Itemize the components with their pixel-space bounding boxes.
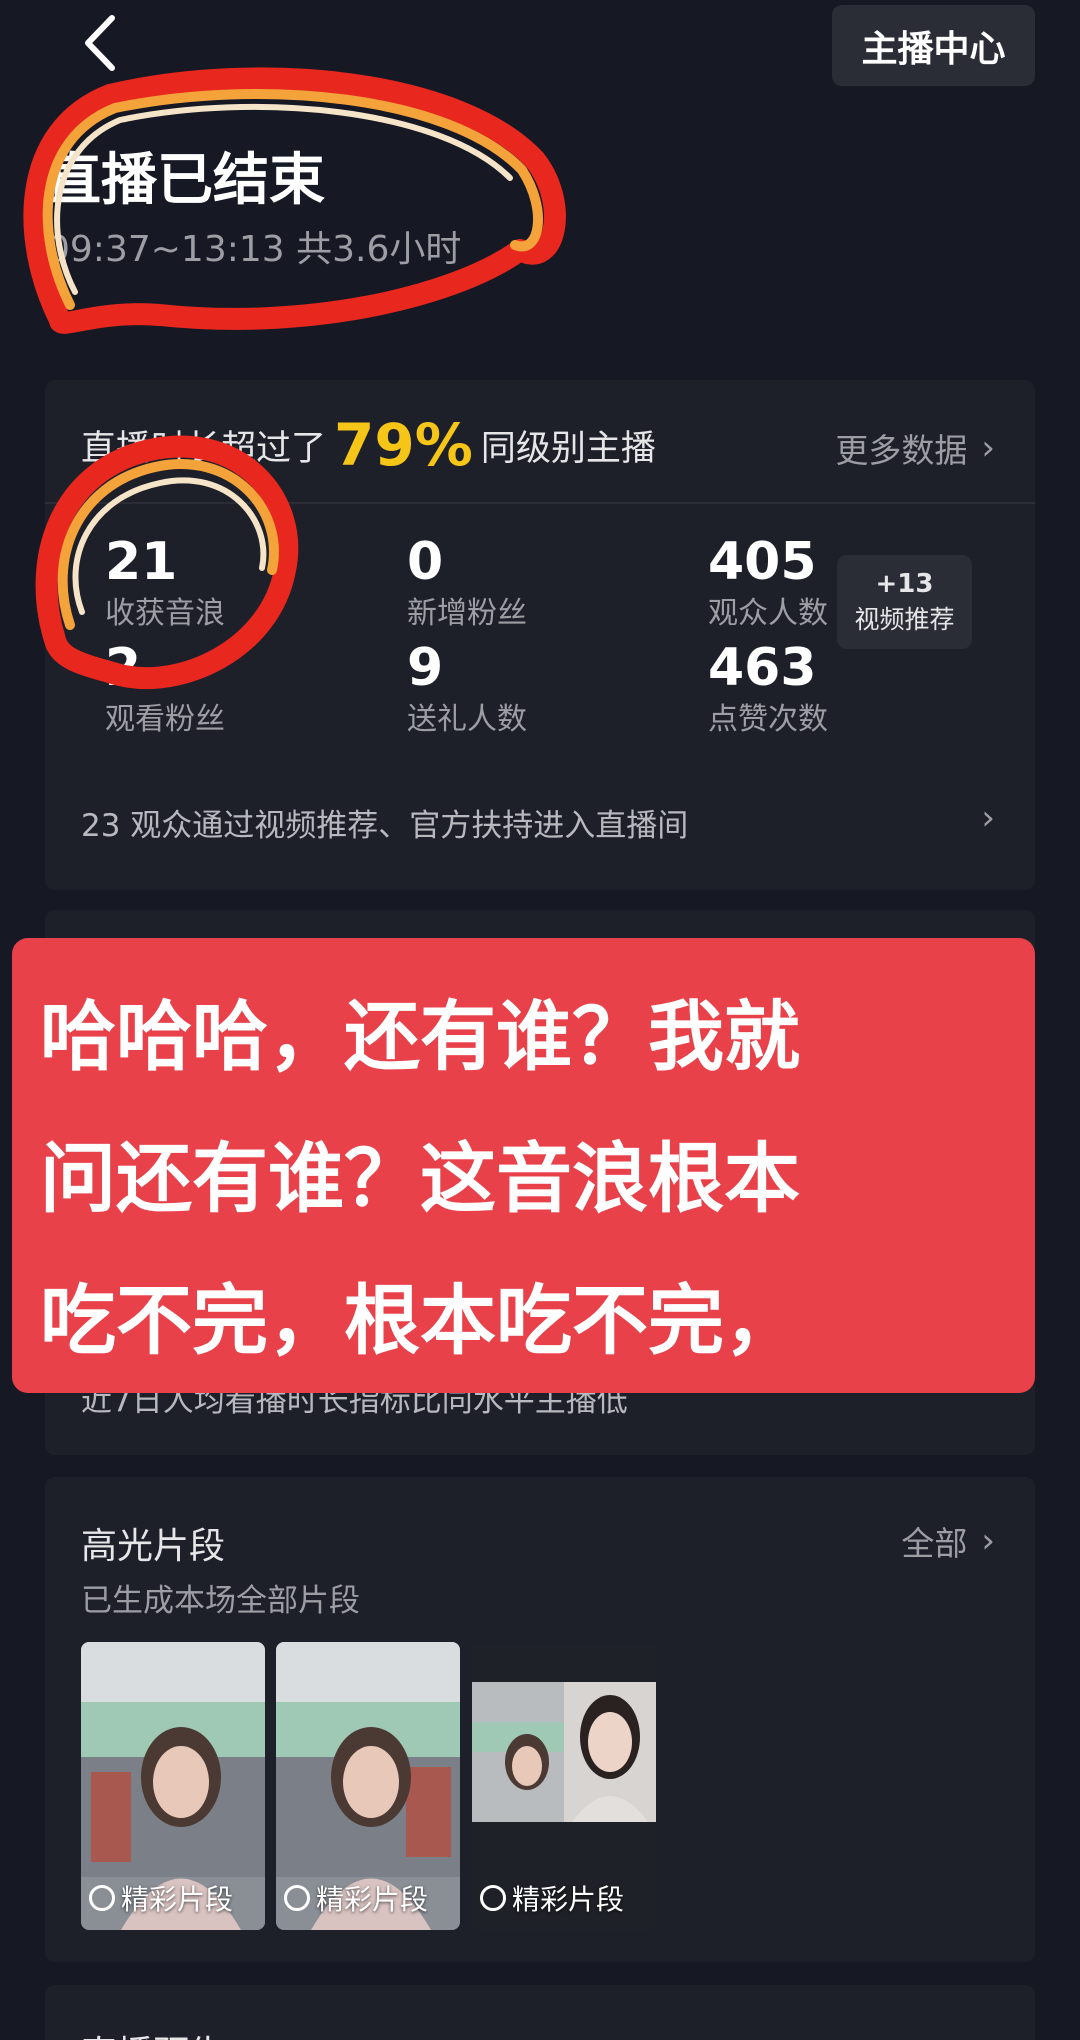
- stat-label: 收获音浪: [105, 596, 225, 631]
- all-label: 全部: [901, 1524, 968, 1563]
- highlights-subtitle: 已生成本场全部片段: [81, 1583, 360, 1619]
- ranking-suffix: 同级别主播: [480, 428, 656, 469]
- caption-line: 哈哈哈，还有谁？我就: [40, 992, 800, 1081]
- back-arrow-icon: [85, 15, 115, 71]
- caption-line: 问还有谁？这音浪根本: [40, 1134, 800, 1223]
- highlight-clip[interactable]: 精彩片段: [276, 1642, 460, 1930]
- duration-ranking: 直播时长超过了 79% 同级别主播: [81, 410, 656, 480]
- highlights-card: 高光片段 全部 › 已生成本场全部片段 精彩片段 精彩片段 精彩片段: [45, 1477, 1035, 1962]
- clip-label: 精彩片段: [284, 1878, 428, 1918]
- live-preview-card: 直播预告: [45, 1985, 1035, 2040]
- ranking-percent: 79%: [334, 411, 473, 479]
- flame-icon: [89, 1885, 115, 1911]
- ranking-prefix: 直播时长超过了: [81, 428, 327, 469]
- live-stats-card: 直播时长超过了 79% 同级别主播 更多数据 › 21 收获音浪 0 新增粉丝 …: [45, 380, 1035, 890]
- overlay-caption: 哈哈哈，还有谁？我就 问还有谁？这音浪根本 吃不完，根本吃不完，: [12, 938, 1035, 1393]
- back-button[interactable]: [70, 8, 130, 78]
- page-title: 直播已结束: [45, 148, 325, 213]
- more-data-link[interactable]: 更多数据 ›: [835, 424, 995, 472]
- stat-label: 观看粉丝: [105, 702, 225, 737]
- stat-value: 9: [407, 638, 444, 698]
- stat-new-fans[interactable]: 0 新增粉丝: [407, 532, 527, 636]
- highlight-clip[interactable]: 精彩片段: [472, 1642, 656, 1930]
- clip-label-text: 精彩片段: [121, 1883, 234, 1916]
- clip-label-text: 精彩片段: [512, 1883, 625, 1916]
- highlight-clip[interactable]: 精彩片段: [81, 1642, 265, 1930]
- stat-sound-waves[interactable]: 21 收获音浪: [105, 532, 225, 636]
- stat-likes[interactable]: 463 点赞次数: [708, 638, 828, 742]
- live-preview-title: 直播预告: [81, 2025, 225, 2040]
- more-data-label: 更多数据: [835, 431, 968, 470]
- clip-label: 精彩片段: [480, 1878, 624, 1918]
- host-center-button[interactable]: 主播中心: [832, 5, 1035, 86]
- chevron-right-icon[interactable]: ›: [981, 798, 995, 838]
- video-recommend-badge: +13 视频推荐: [837, 555, 972, 649]
- stat-label: 点赞次数: [708, 702, 828, 737]
- highlights-all-link[interactable]: 全部 ›: [901, 1517, 995, 1565]
- stat-label: 观众人数: [708, 596, 828, 631]
- stat-gifters[interactable]: 9 送礼人数: [407, 638, 527, 742]
- stat-fan-viewers[interactable]: 2 观看粉丝: [105, 638, 225, 742]
- stat-viewers[interactable]: 405 观众人数: [708, 532, 828, 636]
- badge-value: +13: [875, 569, 934, 599]
- highlights-title: 高光片段: [81, 1526, 226, 1567]
- stat-label: 送礼人数: [407, 702, 527, 737]
- entry-source-note[interactable]: 23 观众通过视频推荐、官方扶持进入直播间: [81, 800, 688, 845]
- stat-label: 新增粉丝: [407, 596, 527, 631]
- stat-value: 2: [105, 638, 142, 698]
- divider: [45, 502, 1035, 504]
- live-time-range: 09:37~13:13 共3.6小时: [47, 229, 462, 270]
- chevron-right-icon: ›: [981, 1521, 995, 1561]
- clip-label: 精彩片段: [89, 1878, 233, 1918]
- clip-label-text: 精彩片段: [316, 1883, 429, 1916]
- chevron-right-icon: ›: [981, 428, 995, 468]
- stat-value: 0: [407, 532, 444, 592]
- badge-label: 视频推荐: [854, 605, 955, 634]
- stat-value: 405: [708, 532, 817, 592]
- flame-icon: [284, 1885, 310, 1911]
- live-summary-page: 主播中心 直播已结束 09:37~13:13 共3.6小时 直播时长超过了 79…: [0, 0, 1080, 2040]
- flame-icon: [480, 1885, 506, 1911]
- stat-value: 463: [708, 638, 817, 698]
- caption-line: 吃不完，根本吃不完，: [40, 1276, 800, 1365]
- stat-value: 21: [105, 532, 178, 592]
